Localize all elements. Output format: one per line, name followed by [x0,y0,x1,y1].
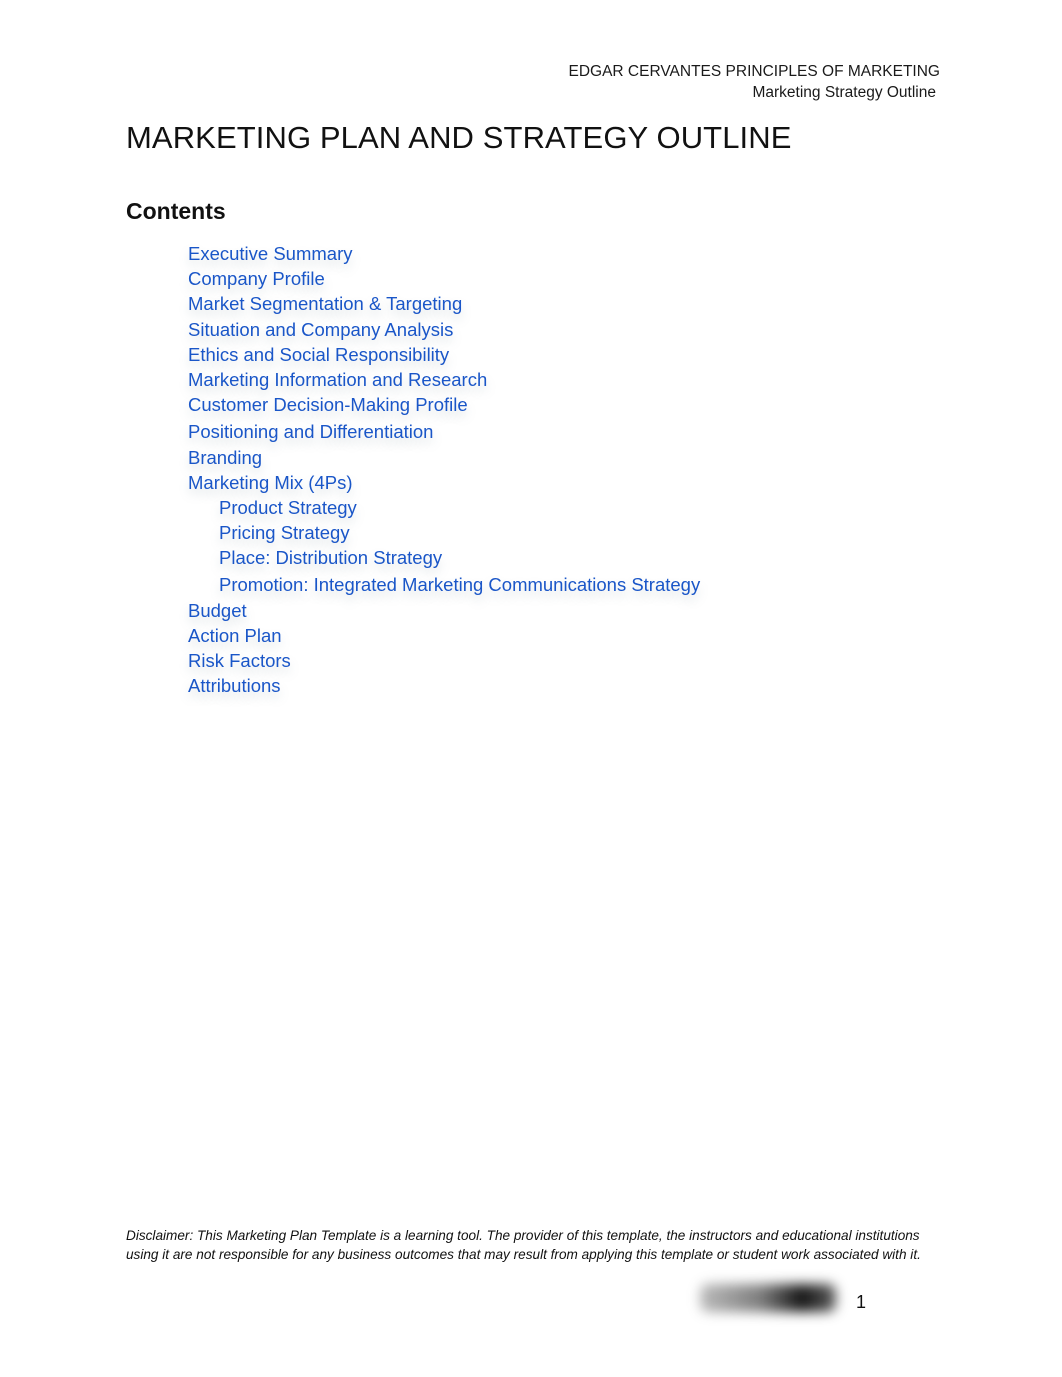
toc-link-customer-decision[interactable]: Customer Decision-Making Profile [188,394,468,415]
toc-subitem: Place: Distribution Strategy [188,545,700,570]
toc-item: Positioning and Differentiation [188,419,700,444]
redacted-watermark [700,1284,836,1312]
toc-link-executive-summary[interactable]: Executive Summary [188,243,353,264]
header-author-course: EDGAR CERVANTES PRINCIPLES OF MARKETING [568,63,941,80]
toc-item: Branding [188,445,700,470]
toc-item: Customer Decision-Making Profile [188,392,700,417]
document-title: MARKETING PLAN AND STRATEGY OUTLINE [126,120,792,155]
toc-link-positioning[interactable]: Positioning and Differentiation [188,421,433,442]
toc-subitem: Product Strategy [188,495,700,520]
page-header: EDGAR CERVANTES PRINCIPLES OF MARKETING … [569,61,941,103]
header-subtitle: Marketing Strategy Outline [752,84,936,101]
toc-link-budget[interactable]: Budget [188,600,247,621]
toc-subitem: Promotion: Integrated Marketing Communic… [188,572,700,597]
toc-item: Executive Summary [188,241,700,266]
toc-item: Ethics and Social Responsibility [188,342,700,367]
toc-item: Action Plan [188,623,700,648]
toc-link-place-distribution[interactable]: Place: Distribution Strategy [219,547,442,568]
toc-item: Situation and Company Analysis [188,317,700,342]
toc-link-risk-factors[interactable]: Risk Factors [188,650,291,671]
toc-link-product-strategy[interactable]: Product Strategy [219,497,357,518]
toc-link-action-plan[interactable]: Action Plan [188,625,282,646]
toc-link-branding[interactable]: Branding [188,447,262,468]
toc-link-pricing-strategy[interactable]: Pricing Strategy [219,522,350,543]
toc-item: Attributions [188,673,700,698]
toc-subitem: Pricing Strategy [188,520,700,545]
toc-link-company-profile[interactable]: Company Profile [188,268,325,289]
toc-item: Company Profile [188,266,700,291]
toc-link-ethics[interactable]: Ethics and Social Responsibility [188,344,449,365]
disclaimer-text: Disclaimer: This Marketing Plan Template… [126,1228,921,1262]
table-of-contents: Executive Summary Company Profile Market… [188,241,700,698]
toc-item: Market Segmentation & Targeting [188,291,700,316]
toc-link-promotion-imc[interactable]: Promotion: Integrated Marketing Communic… [219,574,700,595]
page-number: 1 [856,1292,867,1312]
toc-link-marketing-mix[interactable]: Marketing Mix (4Ps) [188,472,352,493]
toc-item: Marketing Mix (4Ps) [188,470,700,495]
toc-item: Marketing Information and Research [188,367,700,392]
toc-link-marketing-information[interactable]: Marketing Information and Research [188,369,487,390]
toc-link-situation-analysis[interactable]: Situation and Company Analysis [188,319,453,340]
toc-item: Risk Factors [188,648,700,673]
toc-link-market-segmentation[interactable]: Market Segmentation & Targeting [188,293,462,314]
toc-link-attributions[interactable]: Attributions [188,675,281,696]
toc-item: Budget [188,598,700,623]
contents-heading: Contents [126,198,226,224]
